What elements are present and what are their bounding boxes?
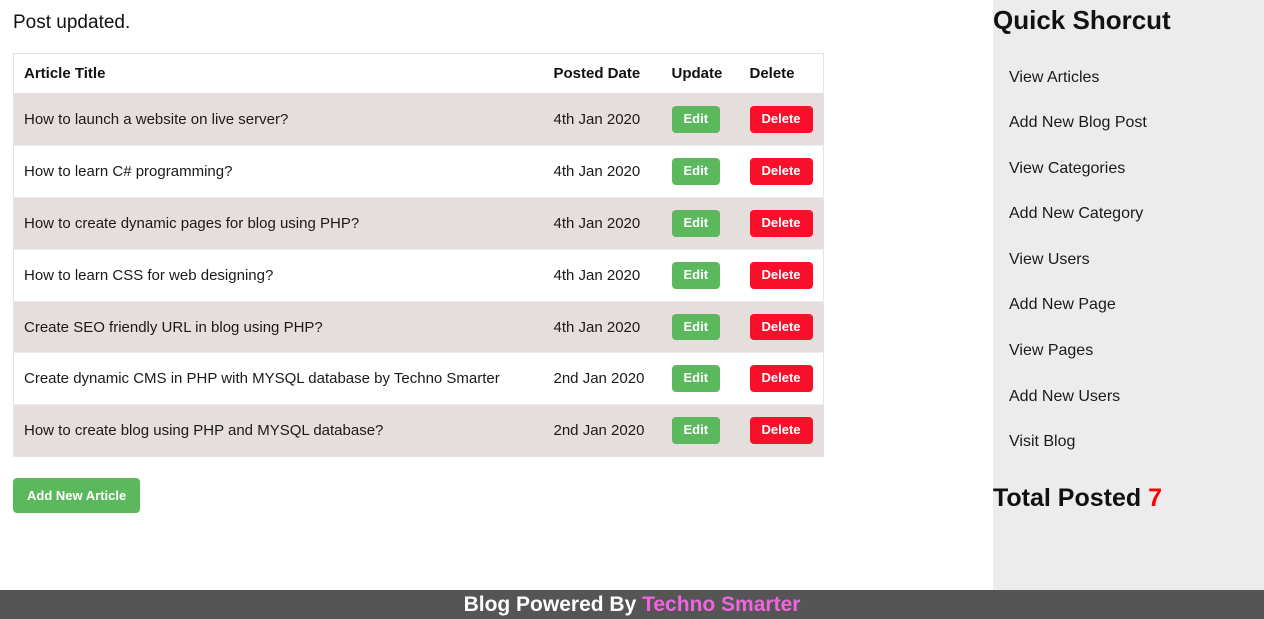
total-posted: Total Posted 7 bbox=[993, 483, 1264, 513]
cell-delete: Delete bbox=[739, 248, 824, 302]
delete-button[interactable]: Delete bbox=[749, 417, 813, 445]
edit-button[interactable]: Edit bbox=[671, 365, 721, 393]
sidebar-list-item: Visit Blog bbox=[993, 419, 1264, 465]
edit-button[interactable]: Edit bbox=[671, 261, 721, 289]
edit-button[interactable]: Edit bbox=[671, 209, 721, 237]
delete-button[interactable]: Delete bbox=[749, 261, 813, 289]
cell-article-title: How to learn CSS for web designing? bbox=[13, 248, 544, 302]
footer-powered-by-label: Blog Powered By bbox=[463, 593, 637, 616]
total-posted-label: Total Posted bbox=[993, 483, 1142, 512]
column-header-delete: Delete bbox=[739, 53, 824, 94]
cell-delete: Delete bbox=[739, 300, 824, 353]
add-new-article-button[interactable]: Add New Article bbox=[13, 478, 141, 514]
sidebar-item-add-new-users[interactable]: Add New Users bbox=[993, 374, 1264, 420]
sidebar-list-item: View Categories bbox=[993, 146, 1264, 192]
cell-delete: Delete bbox=[739, 404, 824, 457]
delete-button[interactable]: Delete bbox=[749, 209, 813, 237]
sidebar-item-add-new-blog-post[interactable]: Add New Blog Post bbox=[993, 100, 1264, 146]
footer-brand-link[interactable]: Techno Smarter bbox=[642, 593, 800, 616]
cell-delete: Delete bbox=[739, 144, 824, 198]
total-posted-count: 7 bbox=[1148, 483, 1163, 512]
cell-update: Edit bbox=[661, 196, 740, 250]
cell-posted-date: 2nd Jan 2020 bbox=[543, 404, 662, 457]
admin-dashboard-page: Post updated. Article Title Posted Date … bbox=[0, 0, 1264, 619]
articles-table: Article Title Posted Date Update Delete … bbox=[13, 52, 824, 458]
cell-posted-date: 4th Jan 2020 bbox=[543, 92, 662, 146]
cell-posted-date: 4th Jan 2020 bbox=[543, 144, 662, 198]
sidebar-item-visit-blog[interactable]: Visit Blog bbox=[993, 419, 1264, 465]
sidebar-nav-list: View Articles Add New Blog Post View Categ… bbox=[993, 55, 1264, 465]
cell-delete: Delete bbox=[739, 352, 824, 405]
footer-text: Blog Powered By Techno Smarter bbox=[0, 590, 1264, 619]
edit-button[interactable]: Edit bbox=[671, 157, 721, 185]
sidebar-title: Quick Shorcut bbox=[993, 5, 1171, 35]
sidebar-list-item: View Pages bbox=[993, 328, 1264, 374]
cell-posted-date: 4th Jan 2020 bbox=[543, 196, 662, 250]
sidebar-list-item: Add New Users bbox=[993, 374, 1264, 420]
cell-posted-date: 2nd Jan 2020 bbox=[543, 352, 662, 405]
cell-article-title: Create dynamic CMS in PHP with MYSQL dat… bbox=[13, 352, 544, 405]
cell-posted-date: 4th Jan 2020 bbox=[543, 248, 662, 302]
sidebar-list-item: Add New Page bbox=[993, 282, 1264, 328]
cell-article-title: How to create dynamic pages for blog usi… bbox=[13, 196, 544, 250]
cell-update: Edit bbox=[661, 404, 740, 457]
sidebar-item-view-pages[interactable]: View Pages bbox=[993, 328, 1264, 374]
table-row: How to learn CSS for web designing? 4th J… bbox=[13, 248, 824, 302]
cell-update: Edit bbox=[661, 144, 740, 198]
page-footer: Blog Powered By Techno Smarter bbox=[0, 590, 1264, 619]
quick-shortcut-sidebar: Quick Shorcut View Articles Add New Blog … bbox=[993, 0, 1264, 590]
edit-button[interactable]: Edit bbox=[671, 313, 721, 341]
sidebar-list-item: Add New Category bbox=[993, 191, 1264, 237]
sidebar-item-view-users[interactable]: View Users bbox=[993, 237, 1264, 283]
table-row: How to learn C# programming? 4th Jan 2020… bbox=[13, 144, 824, 198]
sidebar-item-view-articles[interactable]: View Articles bbox=[993, 55, 1264, 101]
column-header-update: Update bbox=[661, 53, 740, 94]
delete-button[interactable]: Delete bbox=[749, 105, 813, 133]
cell-update: Edit bbox=[661, 352, 740, 405]
flash-message: Post updated. bbox=[13, 12, 131, 33]
sidebar-list-item: View Articles bbox=[993, 55, 1264, 101]
sidebar-item-add-new-category[interactable]: Add New Category bbox=[993, 191, 1264, 237]
add-article-container: Add New Article bbox=[13, 478, 835, 514]
cell-posted-date: 4th Jan 2020 bbox=[543, 300, 662, 353]
sidebar-list-item: Add New Blog Post bbox=[993, 100, 1264, 146]
edit-button[interactable]: Edit bbox=[671, 417, 721, 445]
sidebar-item-add-new-page[interactable]: Add New Page bbox=[993, 282, 1264, 328]
delete-button[interactable]: Delete bbox=[749, 365, 813, 393]
edit-button[interactable]: Edit bbox=[671, 105, 721, 133]
sidebar-item-view-categories[interactable]: View Categories bbox=[993, 146, 1264, 192]
column-header-posted-date: Posted Date bbox=[543, 53, 662, 94]
column-header-article-title: Article Title bbox=[13, 53, 544, 94]
cell-delete: Delete bbox=[739, 196, 824, 250]
table-header-row: Article Title Posted Date Update Delete bbox=[13, 53, 824, 94]
table-body: How to launch a website on live server? 4… bbox=[13, 92, 824, 457]
table-row: How to create blog using PHP and MYSQL d… bbox=[13, 404, 824, 457]
cell-update: Edit bbox=[661, 248, 740, 302]
cell-article-title: Create SEO friendly URL in blog using PH… bbox=[13, 300, 544, 353]
table-row: How to launch a website on live server? 4… bbox=[13, 92, 824, 146]
cell-update: Edit bbox=[661, 300, 740, 353]
table-head: Article Title Posted Date Update Delete bbox=[13, 53, 824, 94]
cell-article-title: How to learn C# programming? bbox=[13, 144, 544, 198]
cell-article-title: How to create blog using PHP and MYSQL d… bbox=[13, 404, 544, 457]
delete-button[interactable]: Delete bbox=[749, 313, 813, 341]
table-row: Create dynamic CMS in PHP with MYSQL dat… bbox=[13, 352, 824, 405]
table-row: How to create dynamic pages for blog usi… bbox=[13, 196, 824, 250]
articles-table-container: Article Title Posted Date Update Delete … bbox=[13, 52, 824, 458]
delete-button[interactable]: Delete bbox=[749, 157, 813, 185]
table-row: Create SEO friendly URL in blog using PH… bbox=[13, 300, 824, 353]
cell-delete: Delete bbox=[739, 92, 824, 146]
main-content: Post updated. Article Title Posted Date … bbox=[0, 0, 835, 590]
cell-update: Edit bbox=[661, 92, 740, 146]
sidebar-list-item: View Users bbox=[993, 237, 1264, 283]
cell-article-title: How to launch a website on live server? bbox=[13, 92, 544, 146]
